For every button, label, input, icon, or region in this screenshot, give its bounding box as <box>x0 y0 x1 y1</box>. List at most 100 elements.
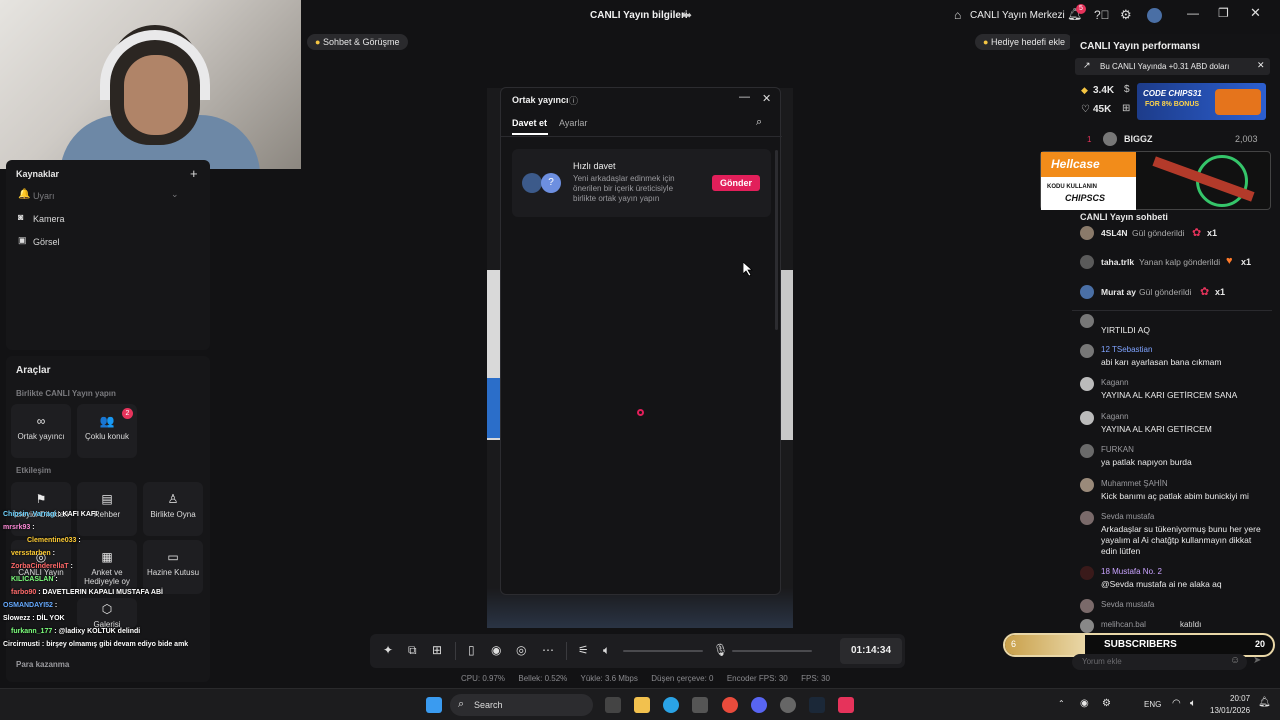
notification-icon[interactable]: 🔔︎ <box>1258 697 1271 708</box>
chat-user[interactable]: 18 Mustafa No. 2 <box>1101 567 1162 576</box>
code-chips-ad[interactable]: CODE CHIPS31 FOR 8% BONUS <box>1137 83 1266 120</box>
add-source-icon[interactable]: + <box>190 166 198 181</box>
source-item-alert[interactable]: 🔔 Uyarı ⌄ <box>16 189 201 205</box>
close-icon[interactable]: ✕ <box>762 92 771 105</box>
preview-edge-blue <box>487 378 501 438</box>
multi-guest-tool-button[interactable]: 👥 Çoklu konuk 2 <box>77 404 137 458</box>
tab-invite[interactable]: Davet et <box>512 118 547 128</box>
close-icon[interactable]: ✕ <box>1250 5 1261 21</box>
chat-user[interactable]: Kagann <box>1101 378 1129 387</box>
gift-goal-button[interactable]: ● Hediye hedefi ekle <box>975 32 1074 50</box>
volume-icon[interactable]: 🔈︎ <box>603 643 610 658</box>
avatar[interactable] <box>1080 344 1094 358</box>
cohost-tool-button[interactable]: ∞ Ortak yayıncı <box>11 404 71 458</box>
avatar[interactable] <box>1080 478 1094 492</box>
avatar[interactable] <box>1080 599 1094 613</box>
avatar[interactable] <box>1080 511 1094 525</box>
chat-user[interactable]: Sevda mustafa <box>1101 512 1154 521</box>
likes-count: 45K <box>1093 104 1112 115</box>
chat-divider <box>1072 310 1272 311</box>
layout-icon[interactable]: ⧉ <box>408 643 417 658</box>
quick-invite-description: Yeni arkadaşlar edinmek için önerilen bi… <box>573 174 675 203</box>
top-user-name[interactable]: BIGGZ <box>1124 134 1153 144</box>
gift-user[interactable]: 4SL4N <box>1101 228 1127 238</box>
send-icon[interactable]: ➤ <box>1253 655 1261 666</box>
edge-icon[interactable] <box>663 697 679 713</box>
clock-time[interactable]: 20:07 <box>1230 694 1250 703</box>
live-center-button[interactable]: CANLI Yayın Merkezi <box>970 10 1065 21</box>
chat-meet-button[interactable]: ● Sohbet & Görüşme <box>307 32 408 50</box>
magic-wand-icon[interactable]: ✦ <box>383 643 393 657</box>
minimize-icon[interactable]: — <box>739 91 750 103</box>
avatar[interactable] <box>1080 314 1094 328</box>
avatar[interactable] <box>1080 285 1094 299</box>
minimize-icon[interactable]: — <box>1187 6 1199 20</box>
gift-user[interactable]: taha.trlk <box>1101 257 1134 267</box>
chrome-icon[interactable] <box>722 697 738 713</box>
emoji-icon[interactable]: ☺ <box>1230 655 1240 666</box>
steam-icon[interactable] <box>809 697 825 713</box>
avatar[interactable] <box>1080 444 1094 458</box>
volume-slider[interactable] <box>623 650 703 652</box>
hellcase-ad[interactable]: Hellcase KODU KULLANIN CHIPSCS <box>1040 151 1271 210</box>
discord-icon[interactable] <box>751 697 767 713</box>
wifi-icon[interactable]: ◠ <box>1172 698 1181 709</box>
volume-icon[interactable]: 🔈︎ <box>1190 698 1196 709</box>
clock-date[interactable]: 13/01/2026 <box>1210 706 1250 715</box>
settings-icon[interactable] <box>780 697 796 713</box>
taskbar-search[interactable]: ⌕ Search <box>450 694 593 716</box>
comment-input[interactable]: Yorum ekle ☺ <box>1072 654 1247 670</box>
chat-user[interactable]: FURKAN <box>1101 445 1134 454</box>
more-icon[interactable]: ⋯ <box>542 643 554 657</box>
gift-user[interactable]: Murat ay <box>1101 287 1136 297</box>
task-view-icon[interactable] <box>605 697 621 713</box>
tab-settings[interactable]: Ayarlar <box>559 118 587 128</box>
help-icon[interactable]: ?⃝ <box>1094 8 1110 22</box>
effects-icon[interactable]: ◎ <box>516 643 526 657</box>
app-tray-icon[interactable]: ⚙ <box>1102 698 1111 709</box>
subscribers-progress-fill <box>1005 635 1085 655</box>
store-icon[interactable] <box>692 697 708 713</box>
microphone-icon[interactable]: 🎙︎ <box>713 643 728 657</box>
gift-action: Gül gönderildi <box>1132 228 1185 238</box>
tray-chevron-icon[interactable]: ⌃ <box>1058 699 1065 708</box>
close-icon[interactable]: ✕ <box>1257 60 1265 71</box>
top-user-avatar[interactable] <box>1103 132 1117 146</box>
tiktok-live-icon[interactable] <box>838 697 854 713</box>
chat-user[interactable]: Kagann <box>1101 412 1129 421</box>
avatar[interactable] <box>1080 226 1094 240</box>
chat-user[interactable]: Muhammet ŞAHİN <box>1101 479 1168 488</box>
avatar[interactable] <box>1080 566 1094 580</box>
avatar[interactable] <box>1080 255 1094 269</box>
mic-slider[interactable] <box>732 650 812 652</box>
modal-scrollbar[interactable] <box>775 150 778 330</box>
chat-user[interactable]: Sevda mustafa <box>1101 600 1154 609</box>
file-explorer-icon[interactable] <box>634 697 650 713</box>
windows-start-icon[interactable] <box>426 697 442 713</box>
avatar[interactable] <box>1080 377 1094 391</box>
phone-icon[interactable]: ▯ <box>468 643 475 657</box>
record-icon[interactable]: ◉ <box>491 643 501 657</box>
chat-user[interactable]: melihcan.bal <box>1101 620 1146 629</box>
avatar[interactable] <box>1080 411 1094 425</box>
search-icon[interactable]: ⌕ <box>756 116 762 129</box>
source-label-alert: Uyarı <box>33 191 55 201</box>
avatar[interactable] <box>1080 619 1094 633</box>
chevron-down-icon[interactable]: ⌄ <box>171 189 179 200</box>
settings-icon[interactable]: ⚙ <box>1120 7 1132 23</box>
maximize-icon[interactable]: ❐ <box>1218 6 1229 20</box>
mixer-icon[interactable]: ⚟ <box>578 643 589 657</box>
gift-action: Gül gönderildi <box>1139 287 1192 297</box>
chat-user[interactable]: 12 TSebastian <box>1101 345 1152 354</box>
source-item-camera[interactable]: ◙ Kamera <box>16 212 201 228</box>
live-info-title[interactable]: CANLI Yayın bilgileri <box>590 10 688 21</box>
language-indicator[interactable]: ENG <box>1144 700 1161 709</box>
avatar[interactable] <box>1147 8 1162 23</box>
help-icon[interactable]: ⓘ <box>569 94 578 107</box>
share-icon[interactable]: ➦ <box>682 8 692 22</box>
discord-tray-icon[interactable]: ◉ <box>1080 698 1089 709</box>
send-button[interactable]: Gönder <box>712 175 760 191</box>
gift-count: x1 <box>1215 287 1226 297</box>
add-scene-icon[interactable]: ⊞ <box>432 643 442 657</box>
source-item-image[interactable]: ▣ Görsel <box>16 235 201 251</box>
